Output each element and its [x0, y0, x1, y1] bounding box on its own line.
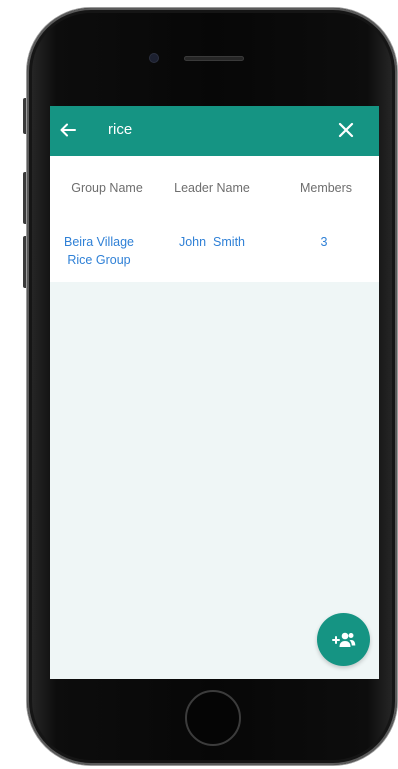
- search-input[interactable]: rice: [108, 121, 132, 138]
- app-screen: rice Group Name Leader Name Members Beir…: [50, 106, 379, 679]
- column-header-group-name[interactable]: Group Name: [56, 181, 158, 195]
- cell-members[interactable]: 3: [276, 233, 372, 251]
- front-camera: [150, 54, 158, 62]
- group-name-line-1: Beira Village: [64, 235, 134, 249]
- cell-group-name[interactable]: Beira Village Rice Group: [56, 233, 142, 269]
- close-icon[interactable]: [337, 121, 355, 139]
- group-name-line-2: Rice Group: [67, 253, 131, 267]
- arrow-left-icon[interactable]: [58, 120, 78, 140]
- add-group-icon: [332, 632, 356, 647]
- add-group-button[interactable]: [317, 613, 370, 666]
- column-header-leader-name[interactable]: Leader Name: [162, 181, 262, 195]
- groups-table: Group Name Leader Name Members Beira Vil…: [50, 156, 379, 282]
- home-button[interactable]: [185, 690, 241, 746]
- screenshot-stage: rice Group Name Leader Name Members Beir…: [0, 0, 398, 769]
- earpiece-speaker: [184, 56, 244, 61]
- cell-leader-name[interactable]: John Smith: [162, 233, 262, 251]
- search-app-bar: rice: [50, 106, 379, 156]
- column-header-members[interactable]: Members: [278, 181, 374, 195]
